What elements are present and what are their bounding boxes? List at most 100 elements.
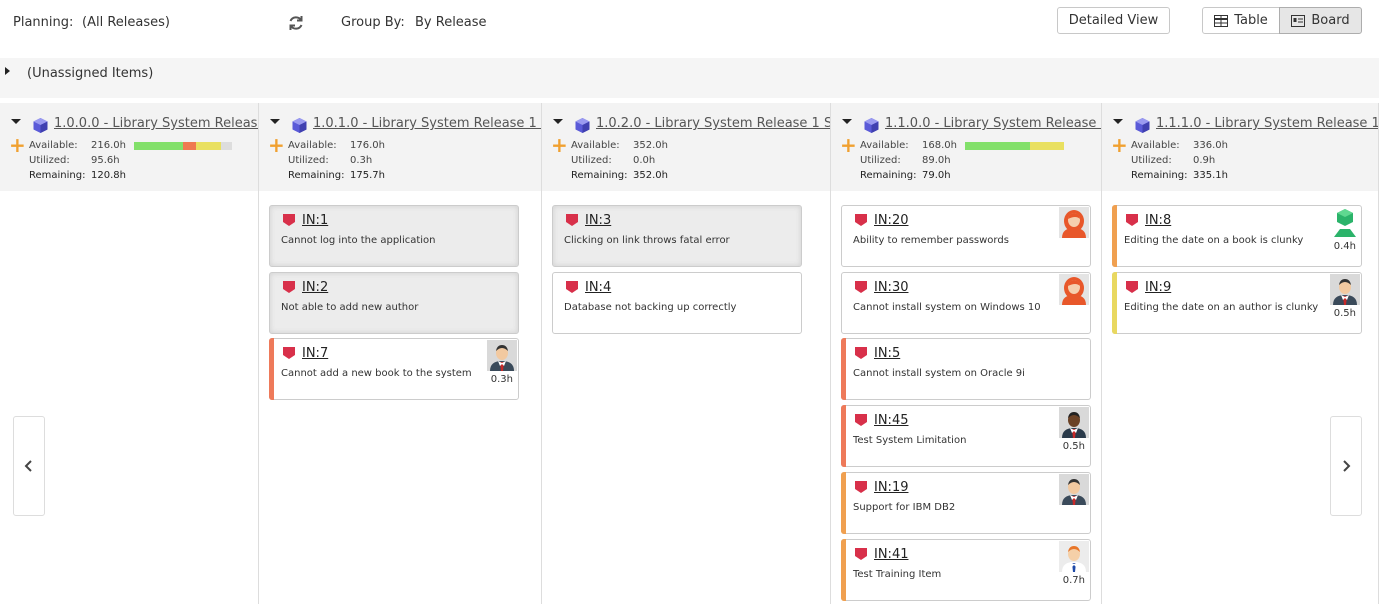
incident-id-link[interactable]: IN:7 bbox=[302, 346, 328, 361]
incident-id-link[interactable]: IN:5 bbox=[874, 346, 900, 361]
stat-label: Remaining: bbox=[288, 170, 345, 181]
capacity-segment bbox=[1030, 142, 1064, 150]
stat-utilized: Utilized: 0.0h bbox=[571, 153, 668, 168]
stat-remaining: Remaining: 79.0h bbox=[860, 168, 957, 183]
stat-value: 120.8h bbox=[91, 170, 126, 181]
incident-id-link[interactable]: IN:30 bbox=[874, 280, 908, 295]
capacity-bar bbox=[134, 142, 232, 150]
incident-id-link[interactable]: IN:9 bbox=[1145, 280, 1171, 295]
incident-description: Database not backing up correctly bbox=[564, 301, 737, 313]
stat-value: 168.0h bbox=[922, 140, 957, 151]
release-column: 1.0.1.0 - Library System Release 1 SP1 + A… bbox=[259, 103, 542, 604]
incident-id-link[interactable]: IN:2 bbox=[302, 280, 328, 295]
incident-description: Clicking on link throws fatal error bbox=[564, 235, 730, 246]
incident-card[interactable]: IN:19 Support for IBM DB2 bbox=[841, 471, 1091, 534]
release-header: 1.0.0.0 - Library System Release 1 + Avail… bbox=[0, 103, 258, 191]
release-title-link[interactable]: 1.0.1.0 - Library System Release 1 SP1 bbox=[313, 116, 541, 131]
collapse-caret-icon[interactable] bbox=[11, 119, 21, 124]
incident-flag-icon bbox=[854, 212, 868, 231]
incident-id-link[interactable]: IN:41 bbox=[874, 547, 908, 562]
release-stats: Available: 336.0h Utilized: 0.9h Remaining: 3… bbox=[1131, 138, 1228, 183]
stat-value: 79.0h bbox=[922, 170, 951, 181]
incident-id-link[interactable]: IN:1 bbox=[302, 213, 328, 228]
priority-stripe bbox=[841, 471, 846, 534]
incident-description: Cannot install system on Windows 10 bbox=[853, 301, 1041, 313]
unassigned-row[interactable]: (Unassigned Items) bbox=[0, 58, 1379, 98]
add-item-icon[interactable]: + bbox=[9, 135, 26, 155]
release-column: 1.1.1.0 - Library System Release 1.1 SP1… bbox=[1102, 103, 1379, 604]
release-header: 1.0.1.0 - Library System Release 1 SP1 + A… bbox=[259, 103, 541, 191]
release-title-link[interactable]: 1.0.0.0 - Library System Release 1 bbox=[54, 116, 258, 131]
incident-card[interactable]: IN:4 Database not backing up correctly bbox=[552, 271, 802, 334]
stat-remaining: Remaining: 352.0h bbox=[571, 168, 668, 183]
scroll-right-button[interactable] bbox=[1330, 416, 1362, 516]
owner-avatar bbox=[1059, 407, 1089, 439]
add-item-icon[interactable]: + bbox=[1111, 135, 1128, 155]
release-cube-icon bbox=[574, 117, 591, 138]
stat-value: 175.7h bbox=[350, 170, 385, 181]
priority-stripe bbox=[1112, 271, 1117, 334]
release-title-link[interactable]: 1.1.0.0 - Library System Release 1.1 bbox=[885, 116, 1101, 131]
toolbar: Planning: (All Releases) Group By: By Re… bbox=[0, 0, 1379, 48]
capacity-segment bbox=[221, 142, 232, 150]
release-cube-icon bbox=[291, 117, 308, 138]
incident-card[interactable]: IN:7 Cannot add a new book to the system 0… bbox=[269, 338, 519, 401]
incident-card[interactable]: IN:45 Test System Limitation 0.5h bbox=[841, 405, 1091, 468]
incident-card[interactable]: IN:3 Clicking on link throws fatal error bbox=[552, 205, 802, 267]
incident-card[interactable]: IN:9 Editing the date on an author is clu… bbox=[1112, 271, 1362, 334]
detailed-view-button[interactable]: Detailed View bbox=[1057, 7, 1170, 34]
expand-caret-icon[interactable] bbox=[5, 67, 10, 75]
collapse-caret-icon[interactable] bbox=[1113, 119, 1123, 124]
incident-id-link[interactable]: IN:45 bbox=[874, 413, 908, 428]
collapse-caret-icon[interactable] bbox=[842, 119, 852, 124]
incident-flag-icon bbox=[1125, 279, 1139, 298]
release-column: 1.0.0.0 - Library System Release 1 + Avail… bbox=[0, 103, 259, 604]
unassigned-label: (Unassigned Items) bbox=[27, 66, 154, 81]
add-item-icon[interactable]: + bbox=[840, 135, 857, 155]
stat-value: 216.0h bbox=[91, 140, 126, 151]
incident-description: Test Training Item bbox=[853, 568, 942, 580]
stat-available: Available: 336.0h bbox=[1131, 138, 1228, 153]
incident-description: Ability to remember passwords bbox=[853, 235, 1009, 246]
scroll-left-button[interactable] bbox=[13, 416, 45, 516]
stat-available: Available: 352.0h bbox=[571, 138, 668, 153]
chevron-right-icon bbox=[1343, 460, 1351, 472]
add-item-icon[interactable]: + bbox=[268, 135, 285, 155]
board-view-button[interactable]: Board bbox=[1279, 7, 1362, 34]
priority-stripe bbox=[841, 338, 846, 401]
stat-utilized: Utilized: 89.0h bbox=[860, 153, 957, 168]
release-stats: Available: 216.0h Utilized: 95.6h Remaining:… bbox=[29, 138, 126, 183]
capacity-segment bbox=[965, 142, 1031, 150]
incident-id-link[interactable]: IN:19 bbox=[874, 480, 908, 495]
release-column: 1.0.2.0 - Library System Release 1 SP2 + A… bbox=[542, 103, 831, 604]
collapse-caret-icon[interactable] bbox=[270, 119, 280, 124]
incident-id-link[interactable]: IN:4 bbox=[585, 280, 611, 295]
incident-id-link[interactable]: IN:3 bbox=[585, 213, 611, 228]
incident-card[interactable]: IN:41 Test Training Item 0.7h bbox=[841, 538, 1091, 601]
release-title-link[interactable]: 1.1.1.0 - Library System Release 1.1 SP1 bbox=[1156, 116, 1378, 131]
incident-card[interactable]: IN:30 Cannot install system on Windows 10 bbox=[841, 271, 1091, 334]
table-view-button[interactable]: Table bbox=[1202, 7, 1280, 34]
release-title-link[interactable]: 1.0.2.0 - Library System Release 1 SP2 bbox=[596, 116, 830, 131]
release-header: 1.0.2.0 - Library System Release 1 SP2 + A… bbox=[542, 103, 830, 191]
incident-flag-icon bbox=[282, 279, 296, 298]
capacity-segment bbox=[134, 142, 183, 150]
estimate-hours: 0.4h bbox=[1333, 241, 1356, 252]
incident-description: Not able to add new author bbox=[281, 301, 419, 313]
incident-id-link[interactable]: IN:20 bbox=[874, 213, 908, 228]
stat-available: Available: 168.0h bbox=[860, 138, 957, 153]
incident-id-link[interactable]: IN:8 bbox=[1145, 213, 1171, 228]
collapse-caret-icon[interactable] bbox=[553, 119, 563, 124]
incident-card[interactable]: IN:1 Cannot log into the application bbox=[269, 205, 519, 267]
incident-card[interactable]: IN:20 Ability to remember passwords bbox=[841, 205, 1091, 267]
priority-stripe bbox=[1112, 205, 1117, 267]
stat-utilized: Utilized: 95.6h bbox=[29, 153, 126, 168]
incident-card[interactable]: IN:2 Not able to add new author bbox=[269, 271, 519, 334]
add-item-icon[interactable]: + bbox=[551, 135, 568, 155]
groupby-select[interactable]: By Release bbox=[415, 15, 487, 30]
incident-card[interactable]: IN:5 Cannot install system on Oracle 9i bbox=[841, 338, 1091, 401]
refresh-icon[interactable] bbox=[287, 14, 305, 32]
planning-select[interactable]: (All Releases) bbox=[82, 15, 170, 30]
stat-value: 335.1h bbox=[1193, 170, 1228, 181]
incident-card[interactable]: IN:8 Editing the date on a book is clunky… bbox=[1112, 205, 1362, 267]
